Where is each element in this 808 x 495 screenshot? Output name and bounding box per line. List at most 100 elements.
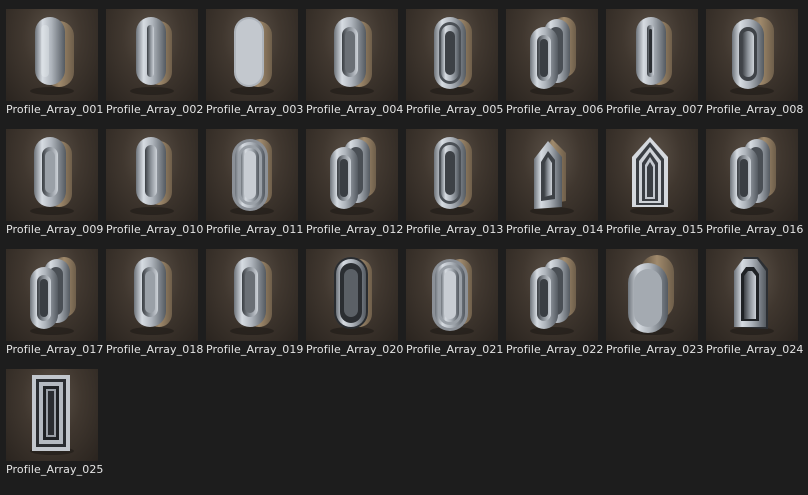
- asset-name: Profile_Array_006: [506, 103, 604, 116]
- asset-name: Profile_Array_003: [206, 103, 304, 116]
- asset-thumbnail[interactable]: [706, 249, 798, 341]
- asset-grid: Profile_Array_001 Profile_Array_002 Prof…: [6, 9, 806, 489]
- asset-tile-20[interactable]: Profile_Array_020: [306, 249, 403, 369]
- profile-preview-icon: [430, 17, 474, 95]
- asset-thumbnail[interactable]: [6, 369, 98, 461]
- asset-tile-7[interactable]: Profile_Array_007: [606, 9, 703, 129]
- asset-name: Profile_Array_024: [706, 343, 804, 356]
- asset-name: Profile_Array_023: [606, 343, 704, 356]
- asset-tile-16[interactable]: Profile_Array_016: [706, 129, 803, 249]
- asset-tile-14[interactable]: Profile_Array_014: [506, 129, 603, 249]
- asset-thumbnail[interactable]: [6, 249, 98, 341]
- asset-name: Profile_Array_021: [406, 343, 504, 356]
- profile-preview-icon: [730, 17, 774, 95]
- asset-thumbnail[interactable]: [506, 9, 598, 101]
- asset-name: Profile_Array_016: [706, 223, 804, 236]
- asset-tile-15[interactable]: Profile_Array_015: [606, 129, 703, 249]
- asset-tile-1[interactable]: Profile_Array_001: [6, 9, 103, 129]
- asset-name: Profile_Array_010: [106, 223, 204, 236]
- asset-name: Profile_Array_019: [206, 343, 304, 356]
- profile-preview-icon: [30, 375, 74, 455]
- asset-thumbnail[interactable]: [706, 129, 798, 221]
- asset-name: Profile_Array_005: [406, 103, 504, 116]
- asset-thumbnail[interactable]: [606, 249, 698, 341]
- asset-thumbnail[interactable]: [506, 129, 598, 221]
- asset-thumbnail[interactable]: [306, 9, 398, 101]
- asset-name: Profile_Array_014: [506, 223, 604, 236]
- asset-tile-25[interactable]: Profile_Array_025: [6, 369, 103, 489]
- asset-name: Profile_Array_018: [106, 343, 204, 356]
- profile-preview-icon: [330, 17, 374, 95]
- asset-name: Profile_Array_013: [406, 223, 504, 236]
- profile-preview-icon: [430, 137, 474, 215]
- profile-preview-icon: [430, 259, 474, 335]
- asset-tile-13[interactable]: Profile_Array_013: [406, 129, 503, 249]
- profile-preview-icon: [730, 137, 776, 215]
- asset-name: Profile_Array_022: [506, 343, 604, 356]
- asset-thumbnail[interactable]: [206, 9, 298, 101]
- asset-thumbnail[interactable]: [406, 9, 498, 101]
- asset-name: Profile_Array_020: [306, 343, 404, 356]
- asset-tile-4[interactable]: Profile_Array_004: [306, 9, 403, 129]
- profile-preview-icon: [530, 17, 576, 95]
- asset-tile-12[interactable]: Profile_Array_012: [306, 129, 403, 249]
- profile-preview-icon: [330, 257, 374, 335]
- asset-tile-21[interactable]: Profile_Array_021: [406, 249, 503, 369]
- asset-thumbnail[interactable]: [206, 129, 298, 221]
- asset-thumbnail[interactable]: [106, 129, 198, 221]
- asset-name: Profile_Array_007: [606, 103, 704, 116]
- asset-thumbnail[interactable]: [6, 129, 98, 221]
- asset-thumbnail[interactable]: [306, 129, 398, 221]
- asset-thumbnail[interactable]: [706, 9, 798, 101]
- asset-tile-2[interactable]: Profile_Array_002: [106, 9, 203, 129]
- asset-tile-24[interactable]: Profile_Array_024: [706, 249, 803, 369]
- asset-tile-18[interactable]: Profile_Array_018: [106, 249, 203, 369]
- asset-thumbnail[interactable]: [6, 9, 98, 101]
- asset-tile-19[interactable]: Profile_Array_019: [206, 249, 303, 369]
- asset-thumbnail[interactable]: [406, 249, 498, 341]
- asset-name: Profile_Array_001: [6, 103, 104, 116]
- asset-name: Profile_Array_025: [6, 463, 104, 476]
- asset-name: Profile_Array_009: [6, 223, 104, 236]
- asset-thumbnail[interactable]: [406, 129, 498, 221]
- asset-tile-23[interactable]: Profile_Array_023: [606, 249, 703, 369]
- asset-name: Profile_Array_011: [206, 223, 304, 236]
- asset-name: Profile_Array_017: [6, 343, 104, 356]
- asset-name: Profile_Array_012: [306, 223, 404, 236]
- asset-name: Profile_Array_004: [306, 103, 404, 116]
- asset-thumbnail[interactable]: [206, 249, 298, 341]
- asset-thumbnail[interactable]: [506, 249, 598, 341]
- profile-preview-icon: [730, 257, 774, 335]
- asset-thumbnail[interactable]: [106, 9, 198, 101]
- profile-preview-icon: [530, 257, 576, 335]
- asset-thumbnail[interactable]: [606, 129, 698, 221]
- asset-tile-3[interactable]: Profile_Array_003: [206, 9, 303, 129]
- profile-preview-icon: [230, 257, 274, 335]
- asset-thumbnail[interactable]: [106, 249, 198, 341]
- asset-thumbnail[interactable]: [606, 9, 698, 101]
- profile-preview-icon: [230, 139, 274, 215]
- profile-preview-icon: [630, 137, 674, 215]
- profile-preview-icon: [630, 17, 674, 95]
- asset-tile-9[interactable]: Profile_Array_009: [6, 129, 103, 249]
- profile-preview-icon: [230, 17, 274, 95]
- asset-name: Profile_Array_008: [706, 103, 804, 116]
- profile-preview-icon: [30, 137, 74, 215]
- asset-tile-11[interactable]: Profile_Array_011: [206, 129, 303, 249]
- profile-preview-icon: [130, 17, 174, 95]
- profile-preview-icon: [30, 257, 76, 335]
- asset-tile-8[interactable]: Profile_Array_008: [706, 9, 803, 129]
- asset-tile-22[interactable]: Profile_Array_022: [506, 249, 603, 369]
- asset-thumbnail[interactable]: [306, 249, 398, 341]
- asset-tile-5[interactable]: Profile_Array_005: [406, 9, 503, 129]
- profile-preview-icon: [628, 255, 674, 335]
- profile-preview-icon: [130, 257, 174, 335]
- profile-preview-icon: [130, 137, 174, 215]
- profile-preview-icon: [30, 17, 74, 95]
- asset-tile-6[interactable]: Profile_Array_006: [506, 9, 603, 129]
- profile-preview-icon: [530, 139, 574, 215]
- profile-preview-icon: [330, 137, 376, 215]
- asset-tile-17[interactable]: Profile_Array_017: [6, 249, 103, 369]
- asset-tile-10[interactable]: Profile_Array_010: [106, 129, 203, 249]
- asset-name: Profile_Array_002: [106, 103, 204, 116]
